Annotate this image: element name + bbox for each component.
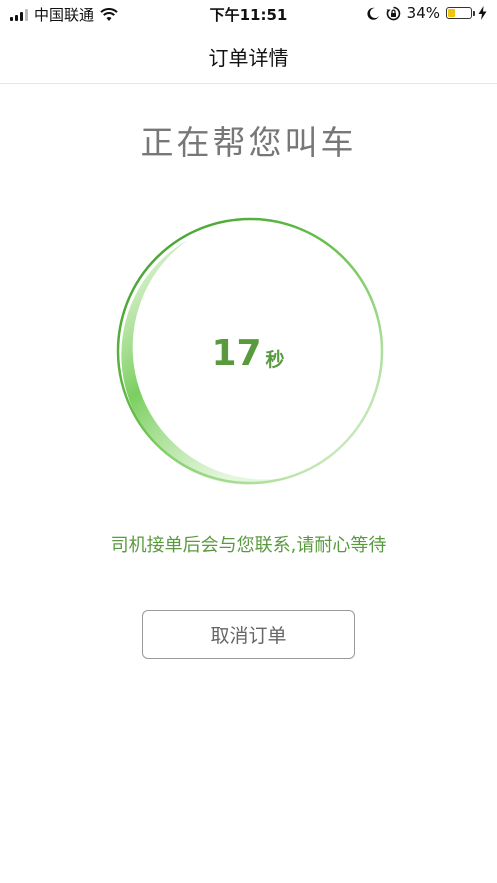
countdown-ring: 17 秒 bbox=[110, 215, 386, 491]
page-title: 订单详情 bbox=[208, 46, 289, 70]
battery-percent: 34% bbox=[406, 4, 440, 22]
countdown-value: 17 bbox=[211, 332, 262, 374]
calling-car-headline: 正在帮您叫车 bbox=[140, 123, 357, 162]
nav-bar: 订单详情 bbox=[0, 28, 497, 84]
charging-icon bbox=[478, 6, 487, 20]
countdown-unit: 秒 bbox=[265, 348, 285, 371]
cancel-order-button[interactable]: 取消订单 bbox=[142, 610, 355, 659]
battery-icon bbox=[446, 7, 475, 19]
rotation-lock-icon bbox=[386, 6, 400, 20]
battery-level bbox=[448, 9, 455, 17]
moon-icon bbox=[367, 7, 379, 20]
status-right: 34% bbox=[367, 4, 487, 22]
status-bar: 中国联通 下午11:51 34% bbox=[0, 0, 497, 28]
countdown-text: 17 秒 bbox=[110, 215, 386, 491]
driver-contact-hint: 司机接单后会与您联系,请耐心等待 bbox=[110, 535, 387, 556]
